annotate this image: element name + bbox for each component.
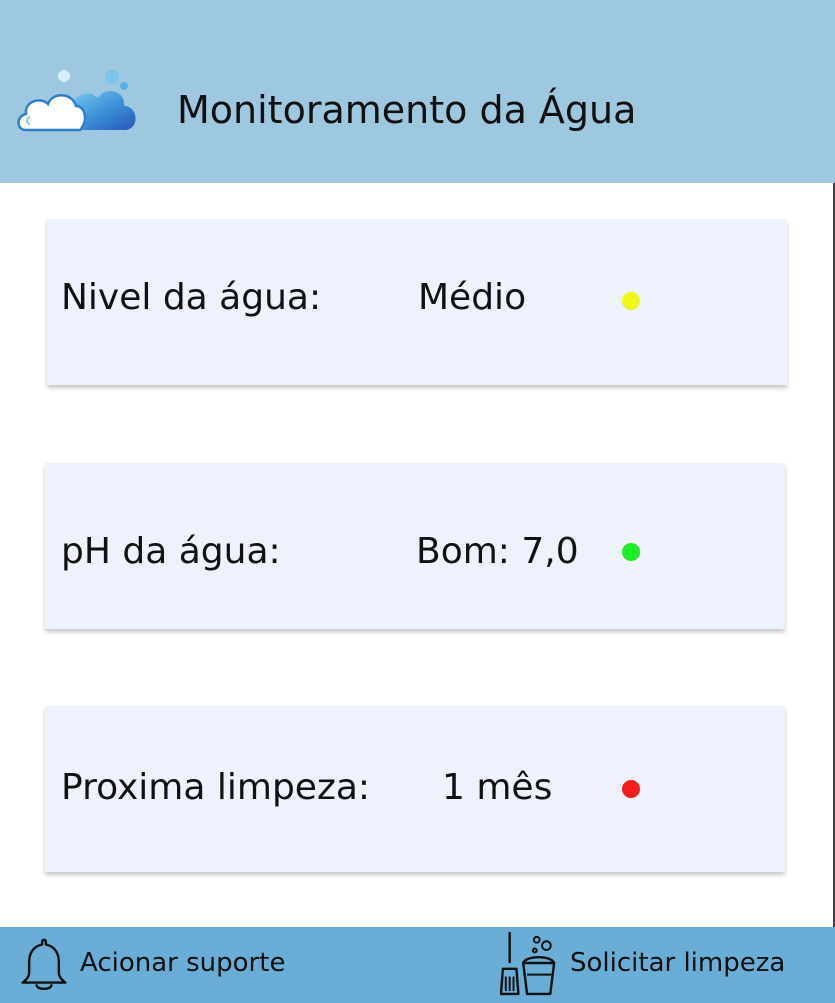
page-title: Monitoramento da Água xyxy=(177,88,637,132)
support-button[interactable]: Acionar suporte xyxy=(16,927,306,1003)
water-level-card: Nivel da água: Médio xyxy=(47,219,787,385)
next-cleaning-value: 1 mês xyxy=(442,767,553,808)
bell-icon xyxy=(21,938,67,991)
water-level-status-dot xyxy=(622,292,640,310)
water-level-value: Médio xyxy=(418,277,527,318)
bottom-action-bar: Acionar suporte Solicitar limpeza xyxy=(0,927,835,1003)
next-cleaning-label: Proxima limpeza: xyxy=(61,767,371,808)
next-cleaning-status-dot xyxy=(622,780,640,798)
support-button-label: Acionar suporte xyxy=(80,948,286,978)
ph-label: pH da água: xyxy=(61,531,281,572)
ph-value: Bom: 7,0 xyxy=(416,531,579,572)
request-cleaning-button[interactable]: Solicitar limpeza xyxy=(500,927,800,1003)
water-level-label: Nivel da água: xyxy=(61,277,322,318)
request-cleaning-button-label: Solicitar limpeza xyxy=(570,948,786,978)
app-header: Monitoramento da Água xyxy=(0,0,835,183)
next-cleaning-card: Proxima limpeza: 1 mês xyxy=(45,706,785,872)
cloud-icon xyxy=(17,70,136,132)
ph-card: pH da água: Bom: 7,0 xyxy=(45,463,785,629)
ph-status-dot xyxy=(622,543,640,561)
cleaning-bucket-icon xyxy=(500,932,556,996)
